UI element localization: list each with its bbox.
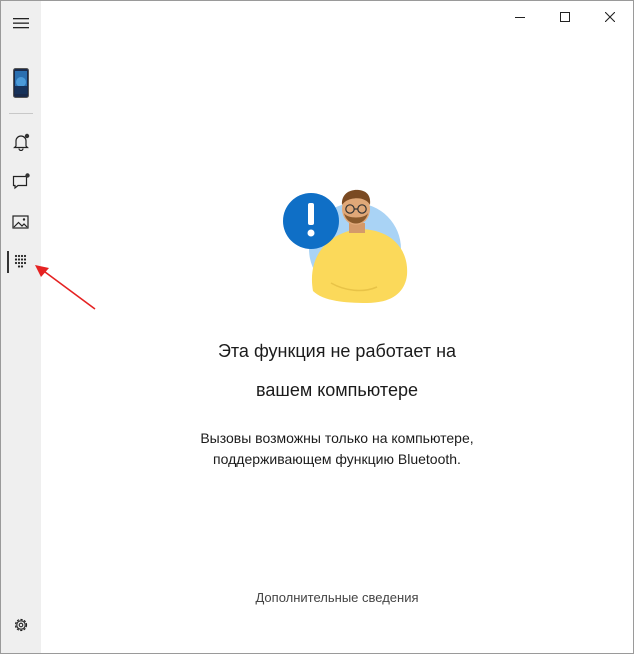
sidebar-divider [9, 113, 33, 114]
error-description-line1: Вызовы возможны только на компьютере, [200, 430, 474, 446]
dialpad-icon [14, 254, 27, 268]
hamburger-menu-icon [13, 18, 29, 29]
more-info-link[interactable]: Дополнительные сведения [41, 590, 633, 605]
gear-icon [14, 618, 28, 632]
bell-icon [13, 133, 30, 151]
error-description-line2: поддерживающем функцию Bluetooth. [213, 451, 461, 467]
phone-thumbnail-icon [13, 68, 29, 98]
sidebar-item-photos[interactable] [1, 204, 41, 240]
error-heading-line2: вашем компьютере [256, 380, 418, 400]
chat-icon [12, 173, 30, 190]
sidebar [1, 1, 41, 653]
main-content: Эта функция не работает на вашем компьют… [41, 1, 633, 653]
annotation-arrow-icon [35, 265, 96, 310]
phone-button[interactable] [1, 63, 41, 103]
menu-button[interactable] [1, 5, 41, 41]
illustration-person-warning [283, 189, 408, 303]
sidebar-item-notifications[interactable] [1, 124, 41, 160]
settings-button[interactable] [1, 607, 41, 643]
sidebar-item-messages[interactable] [1, 164, 41, 200]
error-heading-line1: Эта функция не работает на [217, 341, 457, 361]
app-window: Эта функция не работает на вашем компьют… [0, 0, 634, 654]
photos-icon [12, 215, 29, 229]
